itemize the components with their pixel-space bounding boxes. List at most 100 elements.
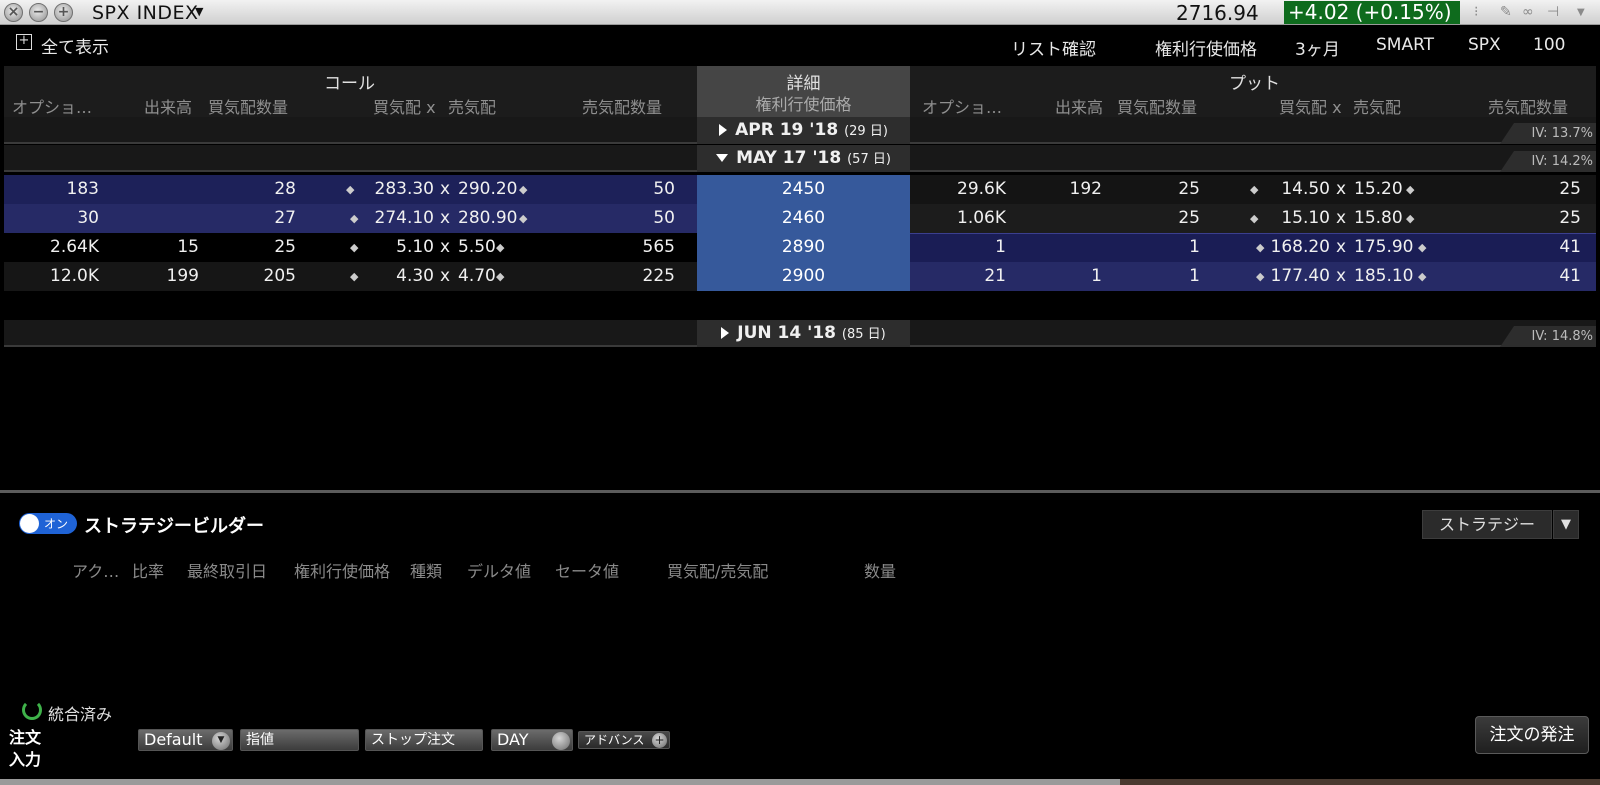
put-col-bid[interactable]: 買気配 x <box>1279 94 1342 118</box>
put-ask-size[interactable]: 41 <box>1504 233 1581 262</box>
exchange-selector[interactable]: SMART <box>1376 35 1434 55</box>
put-ask[interactable]: 15.20 <box>1354 175 1403 204</box>
put-col-ask[interactable]: 売気配 <box>1353 94 1401 118</box>
put-col-volume[interactable]: 出来高 <box>1055 94 1103 118</box>
call-bid-size[interactable]: 205 <box>204 262 296 291</box>
advanced-button[interactable]: アドバンス + <box>578 731 670 749</box>
list-confirm-button[interactable]: リスト確認 <box>1011 35 1096 60</box>
info-icon[interactable]: ⁝ <box>1474 4 1478 20</box>
call-bid-size[interactable]: 28 <box>204 175 296 204</box>
expiration-row-may[interactable]: MAY 17 '18 (57 日) IV: 14.2% <box>4 145 1596 172</box>
put-ask[interactable]: 15.80 <box>1354 204 1403 233</box>
multiplier-selector[interactable]: 100 <box>1533 35 1565 55</box>
call-col-bid[interactable]: 買気配 x <box>373 94 436 118</box>
put-ask-size[interactable]: 25 <box>1504 204 1581 233</box>
call-col-volume[interactable]: 出来高 <box>144 94 192 118</box>
table-row[interactable]: 30 27 ◆ 274.10 x 280.90 ◆ 50 2460 1.06K … <box>4 204 1596 233</box>
stop-order-select[interactable]: ストップ注文 <box>365 729 483 751</box>
call-volume[interactable]: 15 <box>104 233 199 262</box>
strike-price[interactable]: 2460 <box>697 204 910 233</box>
put-ask-size[interactable]: 41 <box>1504 262 1581 291</box>
put-bid[interactable]: 14.50 <box>1266 175 1330 204</box>
expiration-label-may[interactable]: MAY 17 '18 (57 日) <box>697 145 910 172</box>
put-bid-size[interactable]: 25 <box>1104 204 1200 233</box>
call-open-interest[interactable]: 183 <box>4 175 99 204</box>
call-volume[interactable] <box>104 175 199 204</box>
put-volume[interactable] <box>1014 233 1102 262</box>
put-open-interest[interactable]: 1 <box>910 233 1006 262</box>
window-menu-icon[interactable]: ▼ <box>1577 7 1585 18</box>
put-bid-size[interactable]: 1 <box>1104 262 1200 291</box>
put-col-oi[interactable]: オプショ… <box>922 94 1002 118</box>
symbol-title[interactable]: SPX INDEX <box>92 2 199 24</box>
call-open-interest[interactable]: 12.0K <box>4 262 99 291</box>
put-open-interest[interactable]: 21 <box>910 262 1006 291</box>
sb-col-quantity[interactable]: 数量 <box>864 558 896 582</box>
place-order-button[interactable]: 注文の発注 <box>1475 716 1589 754</box>
put-bid[interactable]: 15.10 <box>1266 204 1330 233</box>
expiration-label-apr[interactable]: APR 19 '18 (29 日) <box>697 117 910 144</box>
put-ask[interactable]: 175.90 <box>1354 233 1413 262</box>
put-volume[interactable]: 192 <box>1014 175 1102 204</box>
order-type-select[interactable]: 指値 <box>240 729 359 751</box>
call-volume[interactable] <box>104 204 199 233</box>
sb-col-last-trading-day[interactable]: 最終取引日 <box>187 558 267 582</box>
put-ask[interactable]: 185.10 <box>1354 262 1413 291</box>
call-ask-size[interactable]: 50 <box>584 204 675 233</box>
expiration-label-jun[interactable]: JUN 14 '18 (85 日) <box>697 320 910 347</box>
expand-all-icon[interactable]: + <box>16 34 32 50</box>
call-bid[interactable]: 283.30 <box>359 175 434 204</box>
expiration-row-jun[interactable]: JUN 14 '18 (85 日) IV: 14.8% <box>4 320 1596 347</box>
call-bid-size[interactable]: 27 <box>204 204 296 233</box>
put-col-ask-size[interactable]: 売気配数量 <box>1488 94 1568 118</box>
put-bid[interactable]: 168.20 <box>1266 233 1330 262</box>
call-ask[interactable]: 280.90 <box>458 204 517 233</box>
sb-col-ratio[interactable]: 比率 <box>132 558 164 582</box>
strategy-dropdown-icon[interactable]: ▼ <box>1553 510 1579 539</box>
strike-col-label[interactable]: 権利行使価格 <box>697 91 910 115</box>
put-bid-size[interactable]: 1 <box>1104 233 1200 262</box>
minimize-window-icon[interactable]: − <box>29 3 48 22</box>
call-open-interest[interactable]: 2.64K <box>4 233 99 262</box>
call-bid-size[interactable]: 25 <box>204 233 296 262</box>
expiration-row-apr[interactable]: APR 19 '18 (29 日) IV: 13.7% <box>4 117 1596 144</box>
table-row[interactable]: 2.64K 15 25 ◆ 5.10 x 5.50 ◆ 565 2890 1 1… <box>4 233 1596 262</box>
maximize-window-icon[interactable]: + <box>54 3 73 22</box>
put-bid[interactable]: 177.40 <box>1266 262 1330 291</box>
pin-icon[interactable]: ⊣ <box>1547 4 1559 20</box>
call-volume[interactable]: 199 <box>104 262 199 291</box>
sb-col-type[interactable]: 種類 <box>410 558 442 582</box>
sb-col-theta[interactable]: セータ値 <box>555 558 619 582</box>
call-open-interest[interactable]: 30 <box>4 204 99 233</box>
time-in-force-select[interactable]: DAY <box>491 729 573 751</box>
call-col-bid-size[interactable]: 買気配数量 <box>208 94 288 118</box>
call-ask-size[interactable]: 565 <box>584 233 675 262</box>
call-col-oi[interactable]: オプショ… <box>12 94 92 118</box>
strategy-builder-toggle[interactable]: オン <box>19 513 77 534</box>
call-ask-size[interactable]: 50 <box>584 175 675 204</box>
put-bid-size[interactable]: 25 <box>1104 175 1200 204</box>
strike-price[interactable]: 2450 <box>697 175 910 204</box>
wrench-icon[interactable]: ✎ <box>1500 4 1512 20</box>
call-bid[interactable]: 274.10 <box>359 204 434 233</box>
account-select[interactable]: Default ▼ <box>138 729 233 751</box>
call-bid[interactable]: 4.30 <box>359 262 434 291</box>
put-open-interest[interactable]: 1.06K <box>910 204 1006 233</box>
table-row[interactable]: 12.0K 199 205 ◆ 4.30 x 4.70 ◆ 225 2900 2… <box>4 262 1596 291</box>
sb-col-strike[interactable]: 権利行使価格 <box>294 558 390 582</box>
range-selector[interactable]: 3ヶ月 <box>1295 35 1340 60</box>
strike-price[interactable]: 2890 <box>697 233 910 262</box>
call-col-ask[interactable]: 売気配 <box>448 94 496 118</box>
link-icon[interactable]: ∞ <box>1522 4 1534 20</box>
strike-price[interactable]: 2900 <box>697 262 910 291</box>
call-ask[interactable]: 5.50 <box>458 233 496 262</box>
put-open-interest[interactable]: 29.6K <box>910 175 1006 204</box>
table-row[interactable]: 183 28 ◆ 283.30 x 290.20 ◆ 50 2450 29.6K… <box>4 175 1596 204</box>
call-ask[interactable]: 4.70 <box>458 262 496 291</box>
show-all-button[interactable]: 全て表示 <box>41 33 109 58</box>
call-ask[interactable]: 290.20 <box>458 175 517 204</box>
put-volume[interactable]: 1 <box>1014 262 1102 291</box>
call-bid[interactable]: 5.10 <box>359 233 434 262</box>
sb-col-bid-ask[interactable]: 買気配/売気配 <box>667 558 768 582</box>
sb-col-action[interactable]: アク… <box>72 558 119 582</box>
